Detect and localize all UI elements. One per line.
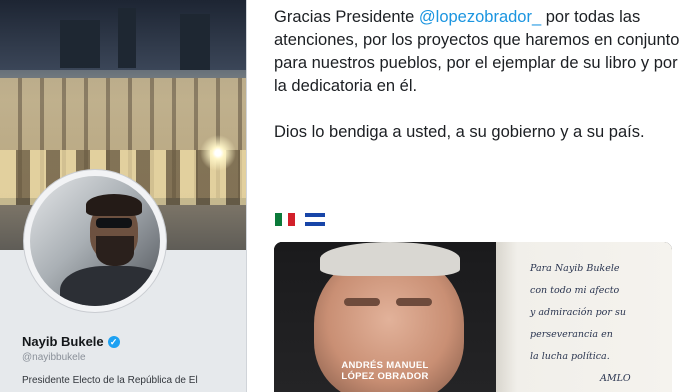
- dedication-page: Para Nayib Bukele con todo mi afecto y a…: [496, 242, 672, 392]
- profile-bio: Presidente Electo de la República de El: [22, 375, 198, 386]
- dedication-line: perseverancia en: [530, 329, 613, 340]
- tweet-media-image[interactable]: ANDRÉS MANUEL LÓPEZ OBRADOR Para Nayib B…: [274, 242, 672, 392]
- dedication-line: con todo mi afecto: [530, 285, 620, 296]
- dedication-line: la lucha política.: [530, 351, 610, 362]
- el-salvador-flag-icon: [305, 213, 325, 226]
- tweet-paragraph-1: Gracias Presidente @lopezobrador_ por to…: [274, 6, 684, 98]
- book-author-line-1: ANDRÉS MANUEL: [341, 360, 429, 371]
- profile-panel: Nayib Bukele ✓ @nayibbukele Presidente E…: [0, 0, 246, 392]
- tweet-panel: Gracias Presidente @lopezobrador_ por to…: [247, 0, 696, 392]
- handwritten-dedication: Para Nayib Bukele con todo mi afecto y a…: [530, 258, 631, 390]
- profile-handle[interactable]: @nayibbukele: [22, 352, 86, 363]
- dedication-line: y admiración por su: [530, 307, 626, 318]
- tweet-text-start: Gracias Presidente: [274, 8, 419, 26]
- profile-name[interactable]: Nayib Bukele ✓: [22, 334, 120, 349]
- tweet-paragraph-2: Dios lo bendiga a usted, a su gobierno y…: [274, 123, 645, 141]
- book-author: ANDRÉS MANUEL LÓPEZ OBRADOR: [274, 360, 496, 382]
- book-cover: ANDRÉS MANUEL LÓPEZ OBRADOR: [274, 242, 496, 392]
- flag-emojis: [275, 213, 325, 226]
- mention-link[interactable]: @lopezobrador_: [419, 8, 541, 26]
- verified-badge-icon: ✓: [107, 335, 120, 348]
- avatar[interactable]: [24, 170, 166, 312]
- tweet-text: Gracias Presidente @lopezobrador_ por to…: [274, 6, 684, 144]
- mexico-flag-icon: [275, 213, 296, 226]
- dedication-signature: AMLO: [600, 373, 631, 384]
- dedication-line: Para Nayib Bukele: [530, 263, 620, 274]
- book-author-line-2: LÓPEZ OBRADOR: [341, 371, 429, 382]
- profile-name-text[interactable]: Nayib Bukele: [22, 334, 104, 349]
